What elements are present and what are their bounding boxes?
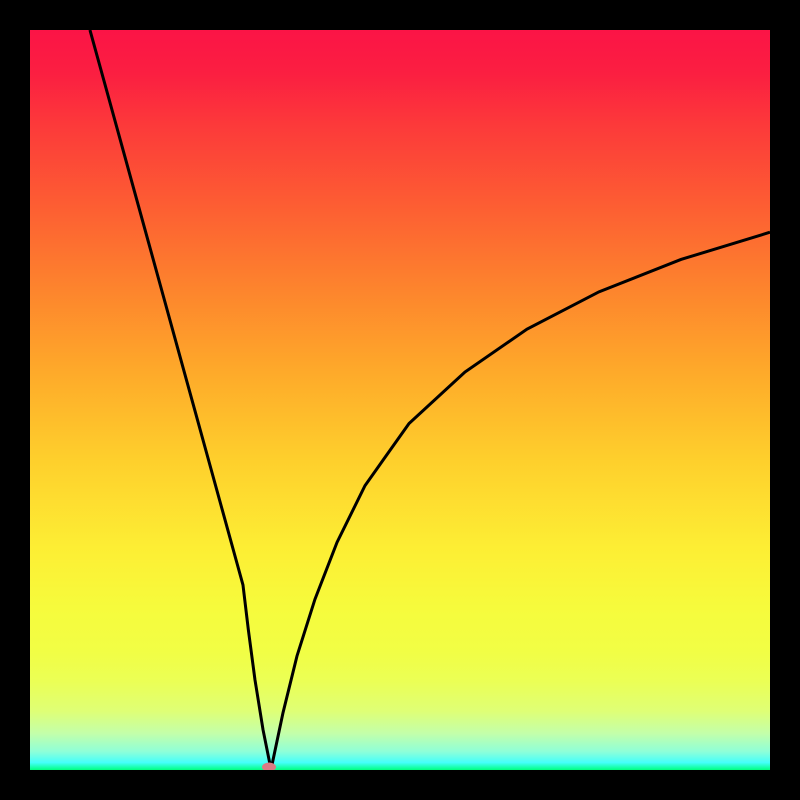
bottleneck-curve xyxy=(90,30,770,769)
plot-background xyxy=(30,30,770,770)
dip-marker xyxy=(262,763,276,770)
chart-frame xyxy=(0,0,800,800)
bottleneck-curve-svg xyxy=(30,30,770,770)
